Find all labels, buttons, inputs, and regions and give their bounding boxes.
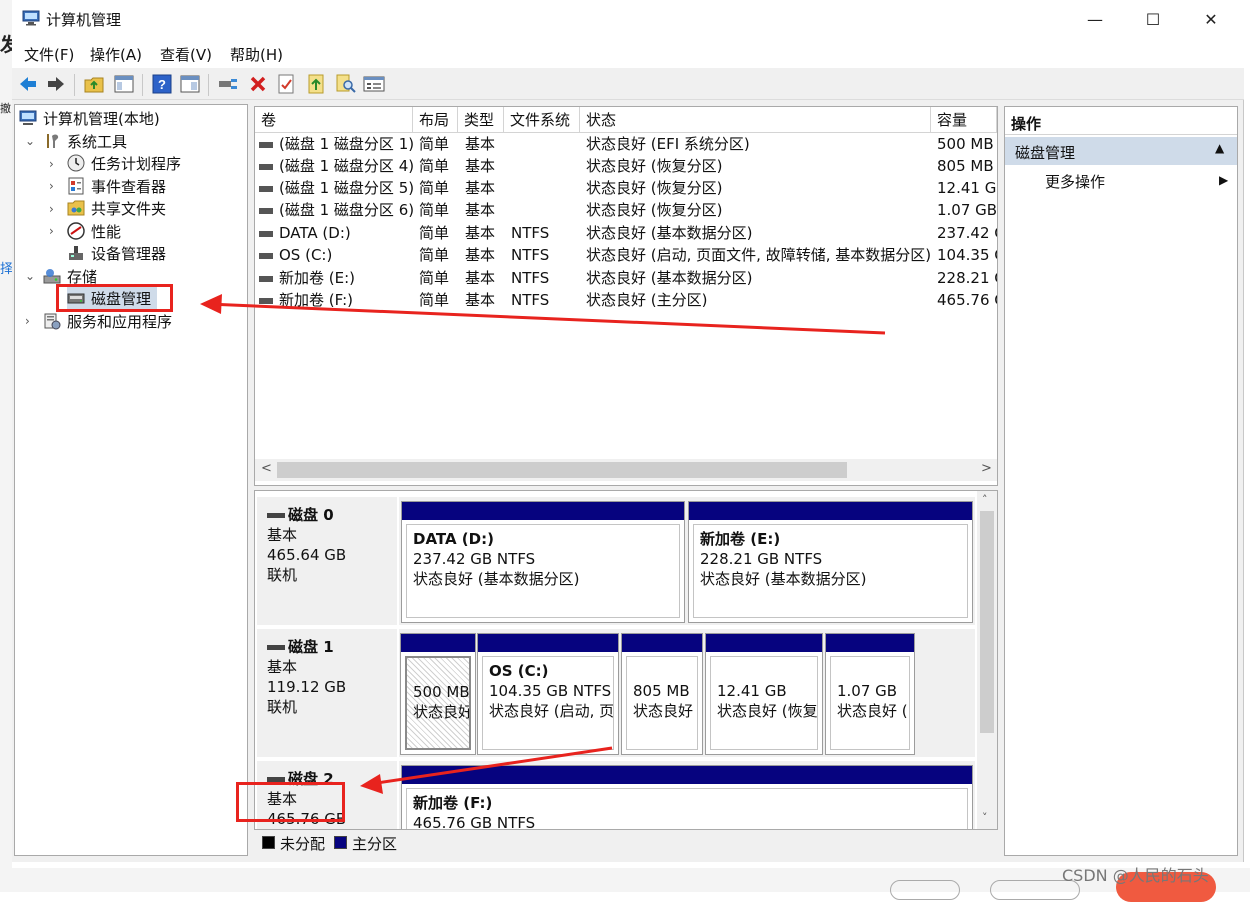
annotation-arrow-1 [200,294,886,335]
watermark: CSDN @人民的石头 [1062,866,1209,885]
annotation-arrows [200,294,886,794]
annotation-arrow-2 [360,746,613,794]
